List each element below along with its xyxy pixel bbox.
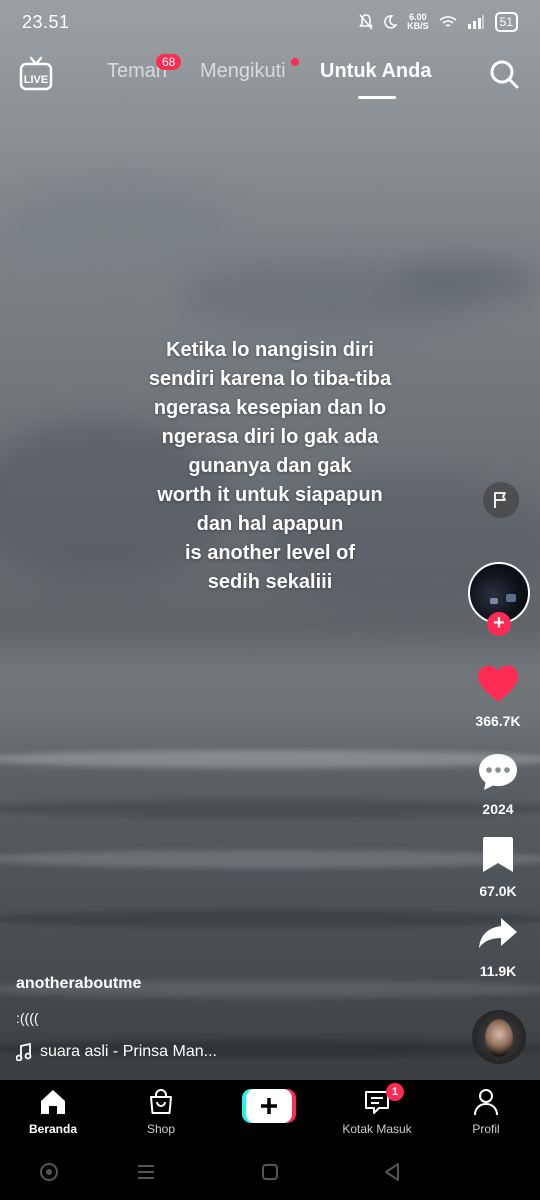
- overlay-line: worth it untuk siapapun: [157, 484, 383, 506]
- avatar-light: [490, 598, 498, 604]
- share-count: 11.9K: [479, 963, 517, 979]
- avatar-light: [506, 594, 516, 602]
- tab-untuk-anda[interactable]: Untuk Anda: [320, 60, 431, 83]
- back-icon[interactable]: [380, 1160, 404, 1184]
- create-button[interactable]: [242, 1089, 296, 1123]
- report-button[interactable]: [483, 482, 519, 518]
- live-tv-icon: LIVE: [19, 56, 53, 91]
- overlay-line: ngerasa diri lo gak ada: [161, 426, 379, 448]
- video-overlay-text: Ketika lo nangisin diri sendiri karena l…: [100, 336, 440, 597]
- screen: 23.51 6.00 KB/S 51 LIVE Teman 68 Mengiku…: [0, 0, 540, 1200]
- search-icon: [490, 60, 519, 89]
- bottom-nav: Beranda Shop Kotak Masuk 1 Profil: [0, 1080, 540, 1140]
- nav-label: Beranda: [28, 1122, 78, 1136]
- active-tab-indicator: [358, 96, 396, 99]
- overlay-line: gunanya dan gak: [188, 455, 352, 477]
- share-button[interactable]: 11.9K: [462, 914, 534, 979]
- video-description: :((((: [16, 1010, 39, 1026]
- overlay-line: is another level of: [184, 542, 356, 564]
- like-button[interactable]: 366.7K: [462, 664, 534, 729]
- disc-thumbnail: [485, 1019, 513, 1057]
- signal-icon: [467, 15, 484, 29]
- heart-icon: [478, 665, 518, 702]
- mengikuti-new-dot: [291, 58, 299, 66]
- overlay-line: dan hal apapun: [196, 513, 344, 535]
- bookmark-icon: [483, 837, 513, 872]
- music-info[interactable]: suara asli - Prinsa Man...: [16, 1043, 217, 1061]
- status-time: 23.51: [22, 12, 70, 32]
- teman-notification-badge: 68: [156, 54, 182, 70]
- comment-icon: [479, 754, 517, 790]
- nav-beranda[interactable]: Beranda: [8, 1088, 98, 1136]
- top-nav: LIVE Teman 68 Mengikuti Untuk Anda: [0, 50, 540, 106]
- wave: [0, 910, 540, 928]
- shopping-bag-icon: [150, 1089, 172, 1114]
- flag-icon: [494, 492, 506, 508]
- like-count: 366.7K: [475, 713, 521, 729]
- overlay-line: sendiri karena lo tiba-tiba: [148, 368, 392, 390]
- comment-count: 2024: [482, 801, 514, 817]
- home-icon: [41, 1090, 65, 1114]
- nav-label: Kotak Masuk: [342, 1122, 412, 1136]
- live-button[interactable]: LIVE: [17, 56, 55, 92]
- nav-kotak-masuk[interactable]: Kotak Masuk: [332, 1088, 422, 1136]
- net-speed: 6.00 KB/S: [407, 13, 429, 31]
- plus-icon: [242, 1089, 296, 1123]
- status-icons: 6.00 KB/S 51: [359, 12, 518, 32]
- save-button[interactable]: 67.0K: [462, 834, 534, 899]
- nav-shop[interactable]: Shop: [116, 1088, 206, 1136]
- wave: [0, 850, 540, 868]
- overlay-line: ngerasa kesepian dan lo: [153, 397, 387, 419]
- music-title: suara asli - Prinsa Man...: [40, 1043, 217, 1060]
- wifi-icon: [439, 16, 457, 27]
- battery-indicator: 51: [494, 12, 518, 32]
- live-label: LIVE: [24, 74, 48, 86]
- search-button[interactable]: [488, 58, 520, 90]
- mute-bell-icon: [359, 14, 374, 30]
- music-note-icon: [16, 1043, 32, 1061]
- tab-mengikuti[interactable]: Mengikuti: [200, 60, 286, 83]
- wave: [0, 750, 540, 768]
- recents-icon[interactable]: [134, 1160, 158, 1184]
- inbox-badge: 1: [386, 1083, 404, 1101]
- system-nav-bar: [0, 1140, 540, 1200]
- status-bar: 23.51 6.00 KB/S 51: [0, 0, 540, 46]
- share-arrow-icon: [479, 918, 517, 948]
- nav-label: Profil: [472, 1122, 500, 1136]
- profile-icon: [474, 1089, 498, 1116]
- cloud-shape: [400, 260, 540, 300]
- home-square-icon[interactable]: [258, 1160, 282, 1184]
- save-count: 67.0K: [479, 883, 517, 899]
- moon-icon: [384, 15, 398, 29]
- wave: [0, 800, 540, 818]
- author-name[interactable]: anotheraboutme: [16, 975, 141, 993]
- follow-button[interactable]: +: [487, 612, 511, 636]
- nav-profil[interactable]: Profil: [441, 1088, 531, 1136]
- overlay-line: Ketika lo nangisin diri: [166, 339, 374, 361]
- net-speed-unit: KB/S: [407, 21, 429, 31]
- cloud-shape: [10, 180, 230, 270]
- comment-button[interactable]: 2024: [462, 752, 534, 817]
- music-disc[interactable]: [472, 1010, 526, 1064]
- overlay-line: sedih sekaliii: [207, 571, 333, 593]
- assistant-icon[interactable]: [37, 1160, 61, 1184]
- nav-label: Shop: [146, 1122, 176, 1136]
